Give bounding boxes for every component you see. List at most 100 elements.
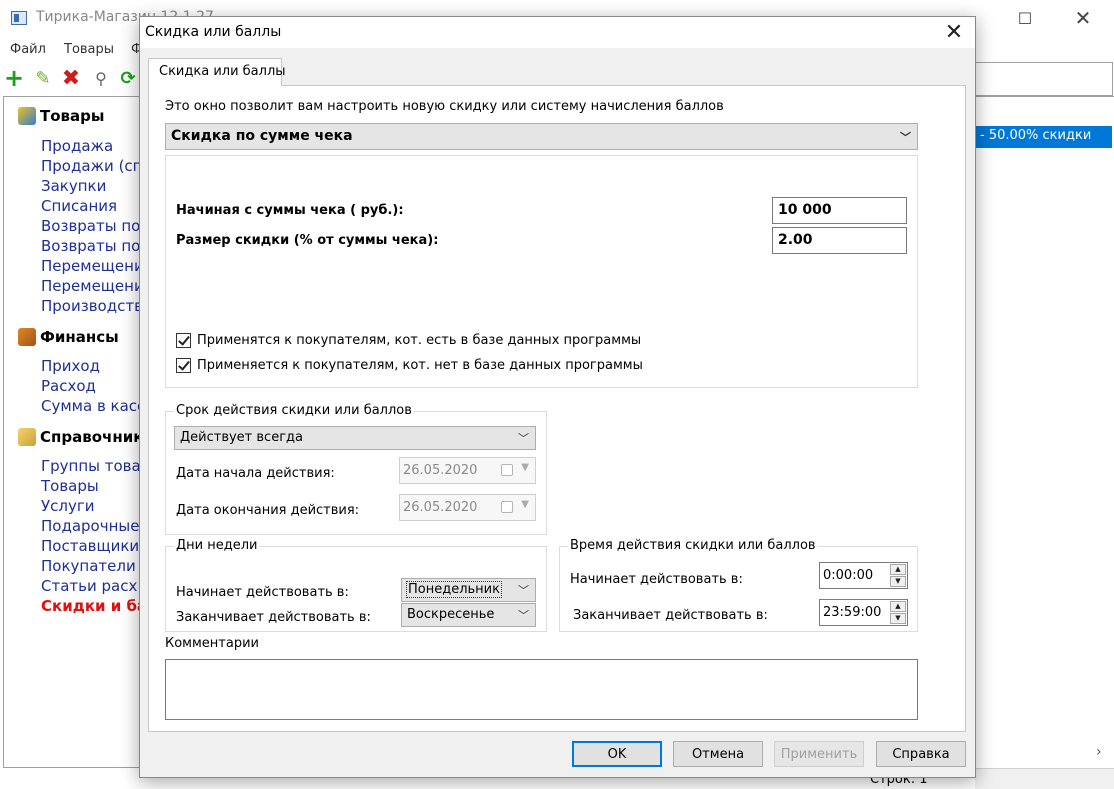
spin-up-icon[interactable]: ▲: [890, 564, 906, 575]
comments-label: Комментарии: [165, 636, 259, 651]
new-customers-label: Применяется к покупателям, кот. нет в ба…: [197, 358, 643, 373]
app-icon: [11, 11, 27, 25]
from-sum-input[interactable]: 10 000: [772, 197, 907, 224]
validity-period-group: Срок действия скидки или баллов Действуе…: [165, 403, 547, 535]
weekday-end-select[interactable]: Воскресенье ﹀: [401, 603, 536, 627]
discounts-list: - 50.00% скидки: [975, 96, 1114, 768]
nav-link-discounts[interactable]: Скидки и ба: [41, 597, 140, 615]
comments-textarea[interactable]: [165, 659, 918, 720]
discount-size-input[interactable]: 2.00: [772, 227, 907, 254]
time-start-label: Начинает действовать в:: [570, 572, 743, 587]
folder-icon: [18, 428, 36, 446]
end-date-picker: 26.05.2020 ▼: [399, 494, 536, 521]
time-end-spinner: ▲ ▼: [890, 601, 906, 624]
nav-link-groups[interactable]: Группы това: [41, 457, 140, 475]
calendar-icon: [501, 501, 513, 513]
nav-group-references: Справочник: [18, 428, 140, 446]
existing-customers-label: Применятся к покупателям, кот. есть в ба…: [197, 333, 642, 348]
toolbar: + ✎ ✖ ⚲ ⟳: [0, 64, 140, 92]
nav-group-title: Справочник: [40, 428, 140, 446]
discount-type-select[interactable]: Скидка по сумме чека ﹀: [165, 123, 918, 150]
nav-link-transfers-2[interactable]: Перемещени: [41, 277, 140, 295]
chevron-down-icon: ▼: [521, 462, 529, 473]
nav-group-goods: Товары: [18, 107, 104, 125]
weekdays-title: Дни недели: [174, 538, 260, 553]
time-group: Время действия скидки или баллов Начинае…: [559, 538, 918, 632]
ok-button[interactable]: OK: [572, 741, 662, 767]
close-icon[interactable]: ✕: [933, 17, 975, 48]
search-field[interactable]: [975, 62, 1113, 96]
chevron-down-icon: ﹀: [518, 584, 529, 597]
end-date-label: Дата окончания действия:: [176, 503, 360, 518]
apply-button[interactable]: Применить: [774, 741, 864, 767]
nav-link-sales-list[interactable]: Продажи (сп: [41, 157, 140, 175]
start-date-label: Дата начала действия:: [176, 466, 335, 481]
statusbar: [975, 768, 1114, 789]
nav-link-cash[interactable]: Сумма в касс: [41, 397, 140, 415]
new-customers-checkbox[interactable]: [176, 358, 191, 373]
nav-link-expense-items[interactable]: Статьи расх: [41, 577, 137, 595]
end-date-value: 26.05.2020: [403, 500, 478, 515]
time-start-input[interactable]: 0:00:00 ▲ ▼: [819, 562, 908, 589]
time-start-spinner: ▲ ▼: [890, 564, 906, 587]
dialog-titlebar: Скидка или баллы ✕: [140, 17, 975, 48]
tab-discount[interactable]: Скидка или баллы: [148, 58, 286, 86]
menu-goods[interactable]: Товары: [64, 42, 114, 57]
from-sum-label: Начиная с суммы чека ( руб.):: [176, 203, 404, 218]
start-date-picker: 26.05.2020 ▼: [399, 457, 536, 484]
maximize-icon[interactable]: ☐: [1002, 0, 1048, 36]
list-row-selected[interactable]: - 50.00% скидки: [975, 126, 1112, 148]
validity-mode-select[interactable]: Действует всегда ﹀: [174, 426, 536, 450]
refresh-icon[interactable]: ⟳: [117, 66, 139, 90]
nav-link-suppliers[interactable]: Поставщики: [41, 537, 139, 555]
weekday-start-label: Начинает действовать в:: [176, 585, 349, 600]
discount-type-value: Скидка по сумме чека: [171, 128, 353, 144]
discount-size-label: Размер скидки (% от суммы чека):: [176, 233, 439, 248]
scroll-right-icon[interactable]: ›: [1096, 744, 1110, 760]
nav-link-customers[interactable]: Покупатели: [41, 557, 136, 575]
close-icon[interactable]: ✕: [1060, 0, 1106, 36]
validity-period-title: Срок действия скидки или баллов: [174, 403, 414, 418]
help-button[interactable]: Справка: [876, 741, 966, 767]
nav-link-income[interactable]: Приход: [41, 357, 100, 375]
time-start-value: 0:00:00: [823, 568, 874, 583]
weekdays-group: Дни недели Начинает действовать в: Понед…: [165, 538, 547, 632]
spin-up-icon[interactable]: ▲: [890, 601, 906, 612]
time-end-input[interactable]: 23:59:00 ▲ ▼: [819, 599, 908, 626]
nav-link-gifts[interactable]: Подарочные: [41, 517, 139, 535]
add-icon[interactable]: +: [3, 64, 25, 92]
nav-link-returns-2[interactable]: Возвраты по: [41, 237, 140, 255]
menu-file[interactable]: Файл: [10, 42, 46, 57]
nav-link-writeoffs[interactable]: Списания: [41, 197, 117, 215]
nav-link-goods[interactable]: Товары: [41, 477, 99, 495]
nav-link-returns-1[interactable]: Возвраты по: [41, 217, 140, 235]
cancel-button[interactable]: Отмена: [673, 741, 763, 767]
weekday-end-label: Заканчивает действовать в:: [176, 610, 371, 625]
existing-customers-checkbox[interactable]: [176, 333, 191, 348]
intro-text: Это окно позволит вам настроить новую ск…: [165, 99, 724, 114]
box-icon: [18, 107, 36, 125]
weekday-end-value: Воскресенье: [407, 607, 495, 622]
nav-link-sale[interactable]: Продажа: [41, 137, 113, 155]
nav-link-expense[interactable]: Расход: [41, 377, 96, 395]
weekday-start-select[interactable]: Понедельник ﹀: [401, 578, 536, 602]
nav-group-title: Товары: [40, 107, 105, 125]
delete-icon[interactable]: ✖: [60, 66, 82, 91]
edit-pencil-icon[interactable]: ✎: [32, 66, 54, 90]
discount-dialog: Скидка или баллы ✕ Скидка или баллы Это …: [139, 16, 976, 778]
spin-down-icon[interactable]: ▼: [890, 576, 906, 587]
nav-link-transfers-1[interactable]: Перемещени: [41, 257, 140, 275]
nav-group-finance: Финансы: [18, 328, 119, 346]
chevron-down-icon: ▼: [521, 499, 529, 510]
pin-icon[interactable]: ⚲: [90, 66, 112, 90]
menubar: Файл Товары Ф: [0, 38, 142, 62]
nav-link-services[interactable]: Услуги: [41, 497, 94, 515]
tab-panel: Это окно позволит вам настроить новую ск…: [148, 85, 966, 732]
validity-mode-value: Действует всегда: [180, 430, 303, 445]
spin-down-icon[interactable]: ▼: [890, 613, 906, 624]
discount-settings-box: Начиная с суммы чека ( руб.): 10 000 Раз…: [165, 155, 918, 388]
nav-group-title: Финансы: [40, 328, 119, 346]
nav-link-purchases[interactable]: Закупки: [41, 177, 106, 195]
nav-link-production[interactable]: Производств: [41, 297, 140, 315]
time-end-value: 23:59:00: [823, 605, 882, 620]
